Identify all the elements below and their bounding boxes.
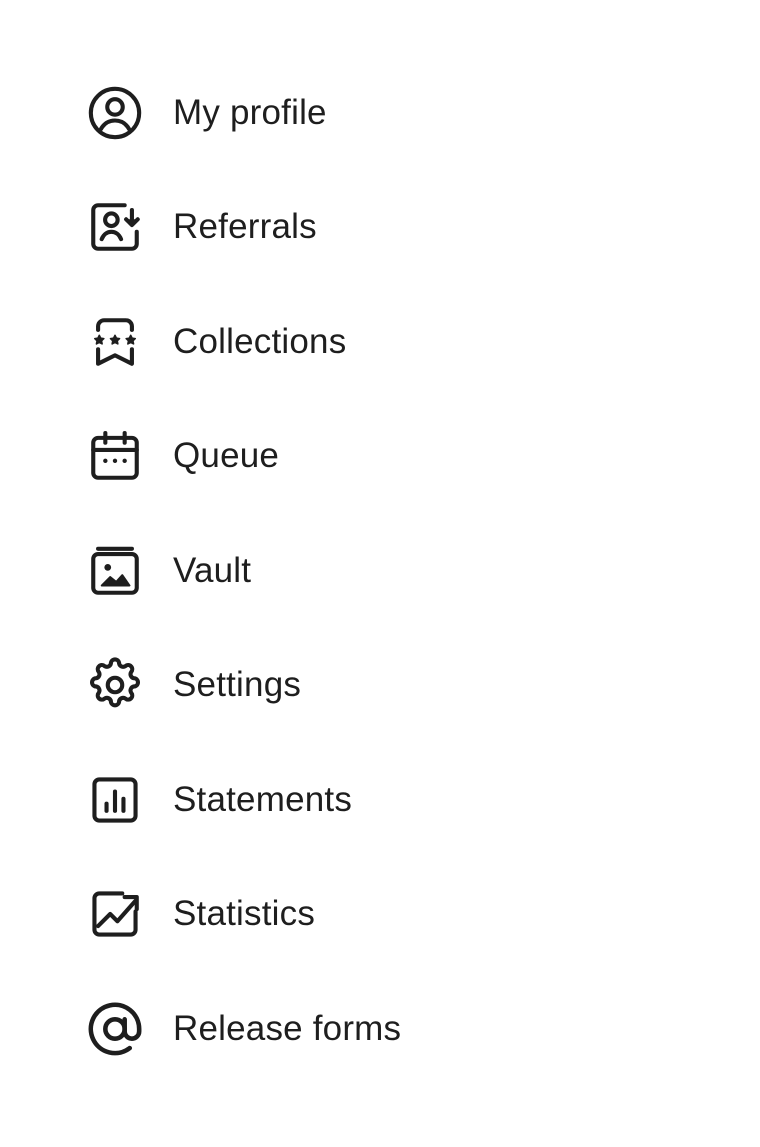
at-sign-icon [86, 1000, 144, 1058]
menu-item-vault[interactable]: Vault [86, 531, 686, 611]
menu-item-referrals[interactable]: Referrals [86, 187, 686, 267]
side-menu: My profile Referrals Collections Queue V… [0, 0, 760, 1147]
menu-item-label: Statistics [173, 894, 316, 933]
menu-item-label: Release forms [173, 1009, 402, 1048]
menu-item-statements[interactable]: Statements [86, 760, 686, 840]
menu-item-release-forms[interactable]: Release forms [86, 989, 686, 1069]
menu-item-label: Statements [173, 780, 353, 819]
bar-chart-icon [86, 771, 144, 829]
user-circle-icon [86, 84, 144, 142]
menu-item-label: Vault [173, 551, 252, 590]
menu-item-settings[interactable]: Settings [86, 645, 686, 725]
calendar-icon [86, 427, 144, 485]
menu-item-statistics[interactable]: Statistics [86, 874, 686, 954]
menu-item-label: Collections [173, 322, 347, 361]
menu-item-collections[interactable]: Collections [86, 302, 686, 382]
referral-icon [86, 198, 144, 256]
menu-item-my-profile[interactable]: My profile [86, 73, 686, 153]
menu-item-label: Referrals [173, 207, 317, 246]
menu-item-label: My profile [173, 93, 327, 132]
menu-item-label: Queue [173, 436, 280, 475]
trending-up-icon [86, 885, 144, 943]
menu-item-queue[interactable]: Queue [86, 416, 686, 496]
menu-item-label: Settings [173, 665, 302, 704]
gear-icon [86, 656, 144, 714]
collections-icon [86, 313, 144, 371]
vault-image-icon [86, 542, 144, 600]
